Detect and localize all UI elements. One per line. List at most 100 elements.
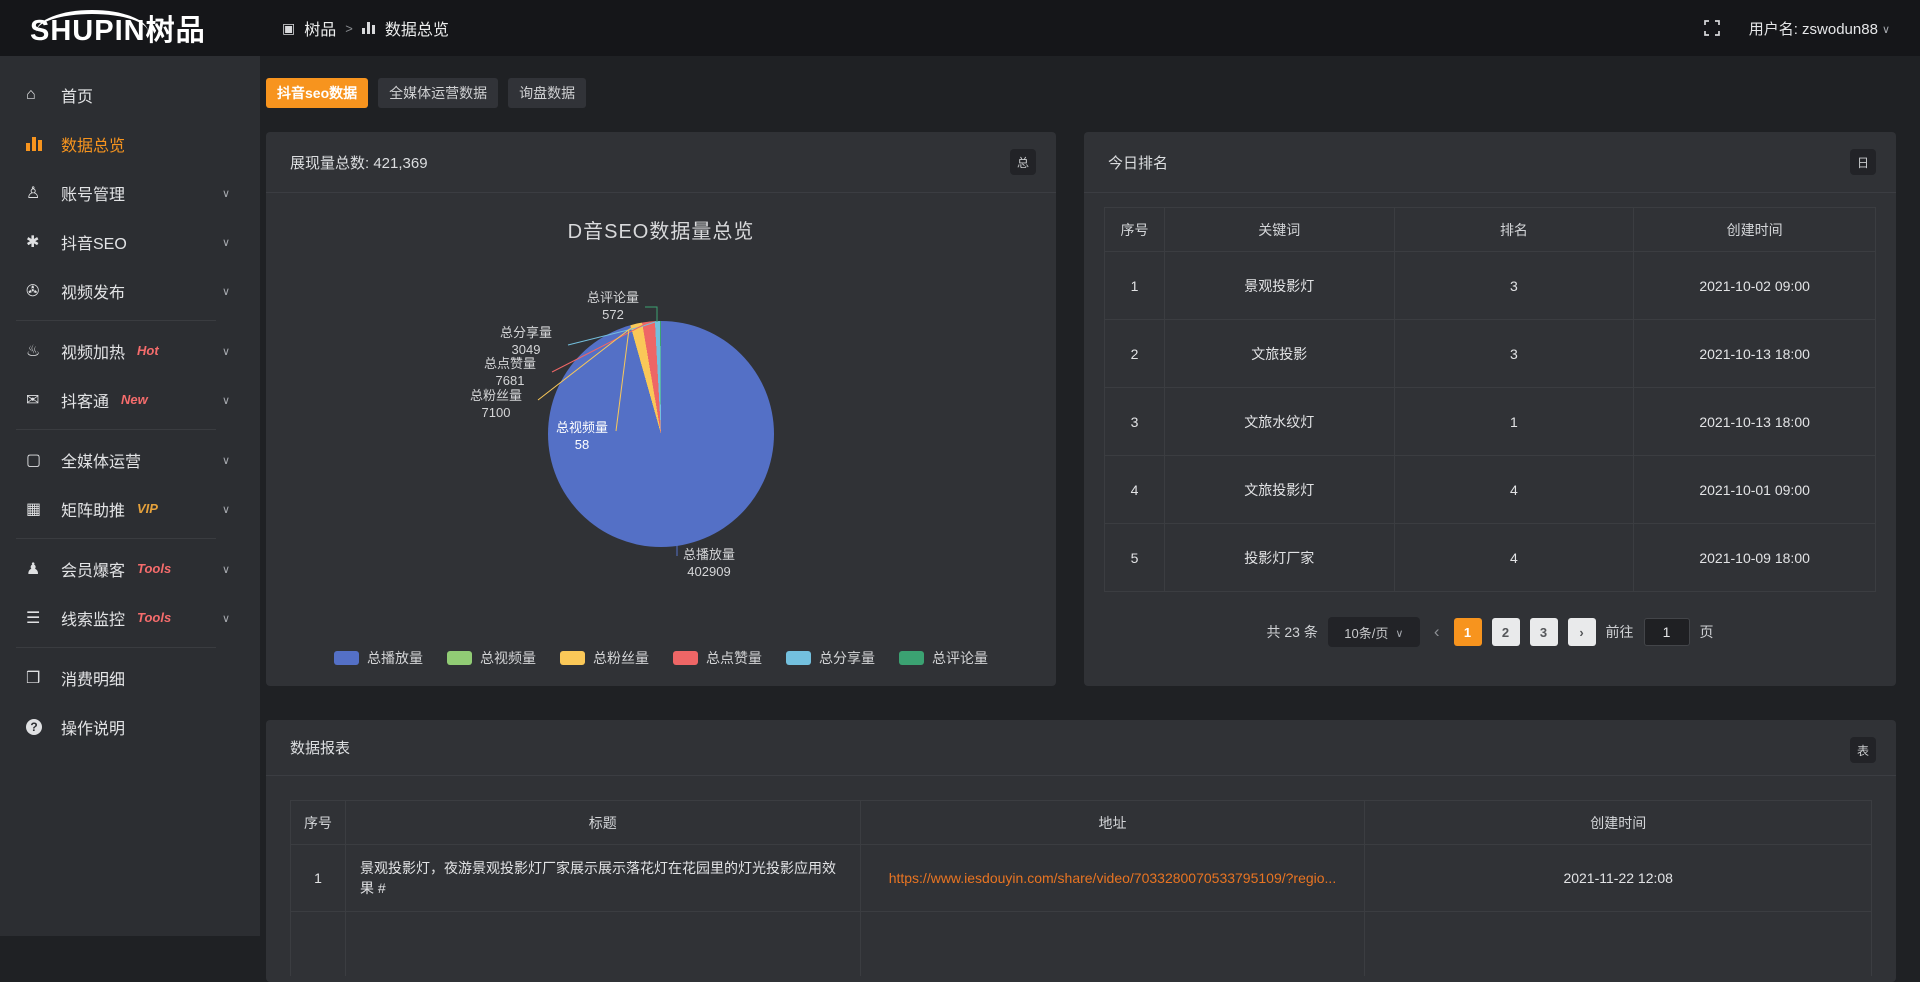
fullscreen-icon[interactable] [1703,18,1723,38]
hot-badge: Hot [137,343,159,358]
username-label: 用户名: zswodun88 [1749,18,1878,39]
chevron-down-icon [222,233,230,251]
tab-inquiry-data[interactable]: 询盘数据 [508,78,586,108]
sidebar-item-label: 账号管理 [61,181,125,205]
user-menu[interactable]: 用户名: zswodun88 [1749,18,1890,39]
table-view-button[interactable]: 表 [1850,737,1876,763]
table-cell: 3 [1394,252,1634,320]
next-page-button[interactable]: › [1568,618,1596,646]
sidebar-item-label: 消费明细 [61,666,125,690]
tab-douyin-seo-data[interactable]: 抖音seo数据 [266,78,368,108]
table-cell: 4 [1394,524,1634,592]
sidebar-item-help[interactable]: ? 操作说明 [0,702,260,751]
table-row: 4文旅投影灯42021-10-01 09:00 [1105,456,1876,524]
sidebar-item-label: 矩阵助推 [61,497,125,521]
sidebar-item-label: 数据总览 [61,132,125,156]
column-header: 创建时间 [1634,208,1876,252]
legend-item[interactable]: 总点赞量 [673,648,762,668]
column-header: 序号 [291,801,346,845]
pie-label-shares: 总分享量 3049 [484,324,568,358]
top-header: SHUPIN树品 ▣ 树品 > 数据总览 用户名: zswodun88 [0,0,1920,56]
chevron-down-icon [1882,20,1890,37]
link-cell[interactable]: https://www.iesdouyin.com/share/video/70… [860,845,1365,912]
sidebar-divider [16,538,216,539]
daily-view-button[interactable]: 日 [1850,149,1876,175]
page-button-2[interactable]: 2 [1492,618,1520,646]
prev-page-button[interactable]: ‹ [1430,622,1444,642]
legend-item[interactable]: 总评论量 [899,648,988,668]
breadcrumb-separator: > [345,21,353,36]
table-cell: 投影灯厂家 [1164,524,1394,592]
table-row: 5投影灯厂家42021-10-09 18:00 [1105,524,1876,592]
ranking-panel-title: 今日排名 [1108,152,1168,173]
sidebar-item-video-publish[interactable]: 视频发布 [0,266,260,315]
table-cell: 景观投影灯 [1164,252,1394,320]
sidebar-item-home[interactable]: 首页 [0,70,260,119]
sidebar-item-video-heat[interactable]: 视频加热 Hot [0,326,260,375]
chevron-down-icon [222,500,230,518]
data-report-panel: 数据报表 表 序号标题地址创建时间1景观投影灯，夜游景观投影灯厂家展示展示落花灯… [266,720,1896,982]
chart-title: D音SEO数据量总览 [266,215,1056,244]
table-row: 2文旅投影32021-10-13 18:00 [1105,320,1876,388]
sidebar-item-label: 线索监控 [61,606,125,630]
user-icon [26,183,48,203]
breadcrumb: ▣ 树品 > 数据总览 [282,16,449,40]
sidebar-item-matrix-boost[interactable]: 矩阵助推 VIP [0,484,260,533]
sidebar-item-lead-monitor[interactable]: 线索监控 Tools [0,593,260,642]
legend-swatch [673,651,698,665]
sidebar-item-douketong[interactable]: 抖客通 New [0,375,260,424]
data-source-tabs: 抖音seo数据 全媒体运营数据 询盘数据 [266,78,586,108]
page-button-3[interactable]: 3 [1530,618,1558,646]
table-cell: 1 [1394,388,1634,456]
table-row: 1景观投影灯，夜游景观投影灯厂家展示展示落花灯在花园里的灯光投影应用效果 #ht… [291,845,1872,912]
sidebar-item-label: 操作说明 [61,715,125,739]
sidebar-item-label: 会员爆客 [61,557,125,581]
pie-label-fans: 总粉丝量 7100 [454,387,538,421]
legend-swatch [899,651,924,665]
column-header: 序号 [1105,208,1165,252]
sidebar-item-omnimedia[interactable]: 全媒体运营 [0,435,260,484]
impressions-chart-panel: 展现量总数: 421,369 总 D音SEO数据量总览 总评论量 572 总分享… [266,132,1056,686]
impressions-total-label: 展现量总数: 421,369 [290,152,428,173]
sidebar-item-data-overview[interactable]: 数据总览 [0,119,260,168]
tab-omnimedia-data[interactable]: 全媒体运营数据 [378,78,498,108]
sidebar-item-account[interactable]: 账号管理 [0,168,260,217]
column-header: 关键词 [1164,208,1394,252]
sidebar-item-label: 视频发布 [61,279,125,303]
chart-legend: 总播放量 总视频量 总粉丝量 总点赞量 总分享量 总评论量 [266,648,1056,668]
report-panel-title: 数据报表 [290,737,350,758]
sidebar-item-expense-detail[interactable]: 消费明细 [0,653,260,702]
goto-page-input[interactable] [1644,618,1690,646]
table-cell: 1 [1105,252,1165,320]
pie-label-videos: 总视频量 58 [540,419,624,453]
page-size-select[interactable]: 10条/页 [1328,617,1420,647]
table-cell: 2021-10-01 09:00 [1634,456,1876,524]
table-cell: 1 [291,845,346,912]
wallet-icon [26,668,48,688]
panel-header: 数据报表 表 [266,720,1896,776]
bar-chart-icon [26,137,42,151]
table-cell: 2 [1105,320,1165,388]
ranking-table: 序号关键词排名创建时间1景观投影灯32021-10-02 09:002文旅投影3… [1104,207,1876,592]
chevron-down-icon [222,609,230,627]
breadcrumb-root[interactable]: 树品 [304,16,336,40]
page-button-1[interactable]: 1 [1454,618,1482,646]
sidebar-item-douyin-seo[interactable]: 抖音SEO [0,217,260,266]
vip-badge: VIP [137,501,158,516]
goto-label: 前往 [1606,622,1634,642]
table-row [291,912,1872,976]
legend-item[interactable]: 总分享量 [786,648,875,668]
breadcrumb-current: 数据总览 [385,16,449,40]
legend-item[interactable]: 总粉丝量 [560,648,649,668]
video-camera-icon [26,281,48,301]
legend-item[interactable]: 总视频量 [447,648,536,668]
total-view-button[interactable]: 总 [1010,149,1036,175]
header-actions: 用户名: zswodun88 [1703,18,1920,39]
sidebar-item-member-burst[interactable]: 会员爆客 Tools [0,544,260,593]
legend-swatch [334,651,359,665]
legend-item[interactable]: 总播放量 [334,648,423,668]
column-header: 排名 [1394,208,1634,252]
pie-label-likes: 总点赞量 7681 [468,355,552,389]
column-header: 标题 [345,801,860,845]
chevron-down-icon [222,560,230,578]
